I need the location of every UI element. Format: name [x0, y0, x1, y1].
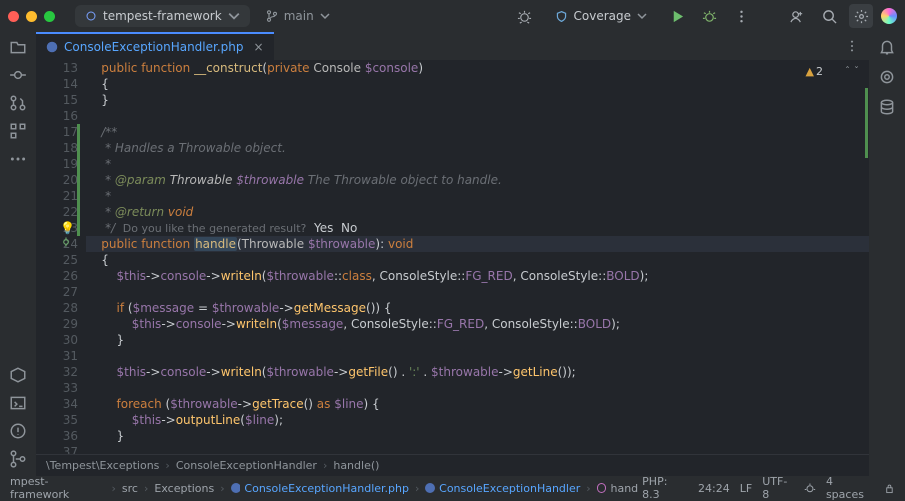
more-tools-button[interactable]	[9, 150, 27, 168]
window-controls	[8, 11, 55, 22]
line-separator[interactable]: LF	[740, 482, 752, 495]
chevron-down-icon	[228, 10, 240, 22]
coverage-label: Coverage	[574, 9, 632, 23]
tab-options-button[interactable]	[835, 32, 869, 60]
gutter-git-icon[interactable]	[60, 236, 72, 252]
editor-breadcrumbs[interactable]: \Tempest\Exceptions › ConsoleExceptionHa…	[36, 454, 869, 476]
project-icon	[85, 10, 97, 22]
path-seg[interactable]: ConsoleExceptionHandler	[439, 482, 580, 495]
more-actions-button[interactable]	[729, 4, 753, 28]
php-file-icon	[46, 41, 58, 53]
gutter: 1314151617181920212223242526272829303132…	[36, 60, 86, 454]
shield-icon	[555, 10, 568, 23]
intention-bulb-icon[interactable]: 💡	[60, 220, 75, 236]
caret-position[interactable]: 24:24	[698, 482, 730, 495]
terminal-tool-button[interactable]	[9, 394, 27, 412]
path-seg[interactable]: hand	[610, 482, 638, 495]
version-control-tool-button[interactable]	[9, 450, 27, 468]
pull-requests-button[interactable]	[9, 94, 27, 112]
structure-tool-button[interactable]	[9, 122, 27, 140]
search-button[interactable]	[817, 4, 841, 28]
class-icon	[425, 483, 435, 493]
branch-name: main	[284, 9, 314, 23]
breadcrumb-path[interactable]: mpest-framework› src› Exceptions› Consol…	[10, 475, 638, 501]
branch-selector[interactable]: main	[258, 5, 338, 27]
lock-icon[interactable]	[884, 483, 895, 494]
maximize-window-button[interactable]	[44, 11, 55, 22]
ai-chat-button[interactable]	[878, 68, 896, 86]
project-selector[interactable]: tempest-framework	[75, 5, 250, 27]
indent-setting[interactable]: 4 spaces	[826, 475, 874, 501]
chevron-down-icon	[320, 11, 330, 21]
close-tab-button[interactable]: ×	[254, 40, 264, 54]
chevron-down-icon	[637, 11, 647, 21]
titlebar: tempest-framework main Coverage	[0, 0, 905, 32]
services-tool-button[interactable]	[9, 366, 27, 384]
method-icon	[597, 483, 607, 493]
status-bar: mpest-framework› src› Exceptions› Consol…	[0, 476, 905, 500]
left-tool-rail	[0, 32, 36, 476]
commit-tool-button[interactable]	[9, 66, 27, 84]
editor-tabs: ConsoleExceptionHandler.php ×	[36, 32, 869, 60]
notifications-button[interactable]	[878, 38, 896, 56]
settings-button[interactable]	[849, 4, 873, 28]
database-tool-button[interactable]	[878, 98, 896, 116]
minimize-window-button[interactable]	[26, 11, 37, 22]
php-file-icon	[231, 483, 241, 493]
problems-tool-button[interactable]	[9, 422, 27, 440]
project-name: tempest-framework	[103, 9, 222, 23]
code-content[interactable]: public function __construct(private Cons…	[86, 60, 869, 454]
close-window-button[interactable]	[8, 11, 19, 22]
project-tool-button[interactable]	[9, 38, 27, 56]
file-tab[interactable]: ConsoleExceptionHandler.php ×	[36, 32, 274, 60]
path-seg[interactable]: ConsoleExceptionHandler.php	[244, 482, 409, 495]
debug-bug-button[interactable]	[513, 4, 537, 28]
tab-filename: ConsoleExceptionHandler.php	[64, 40, 244, 54]
path-seg[interactable]: mpest-framework	[10, 475, 106, 501]
breadcrumb-class[interactable]: ConsoleExceptionHandler	[176, 459, 317, 472]
git-branch-icon	[266, 10, 278, 22]
file-encoding[interactable]: UTF-8	[762, 475, 794, 501]
inspection-icon[interactable]	[804, 482, 816, 494]
run-button[interactable]	[665, 4, 689, 28]
ai-assistant-button[interactable]	[881, 8, 897, 24]
coverage-dropdown[interactable]: Coverage	[545, 5, 658, 27]
breadcrumb-method[interactable]: handle()	[333, 459, 379, 472]
editor-area: ConsoleExceptionHandler.php × ▲ 2 ˆˇ 131…	[36, 32, 869, 476]
right-tool-rail	[869, 32, 905, 476]
path-seg[interactable]: src	[122, 482, 138, 495]
code-editor[interactable]: ▲ 2 ˆˇ 131415161718192021222324252627282…	[36, 60, 869, 454]
path-seg[interactable]: Exceptions	[154, 482, 214, 495]
debug-button[interactable]	[697, 4, 721, 28]
php-version[interactable]: PHP: 8.3	[642, 475, 688, 501]
account-button[interactable]	[785, 4, 809, 28]
breadcrumb-namespace[interactable]: \Tempest\Exceptions	[46, 459, 159, 472]
